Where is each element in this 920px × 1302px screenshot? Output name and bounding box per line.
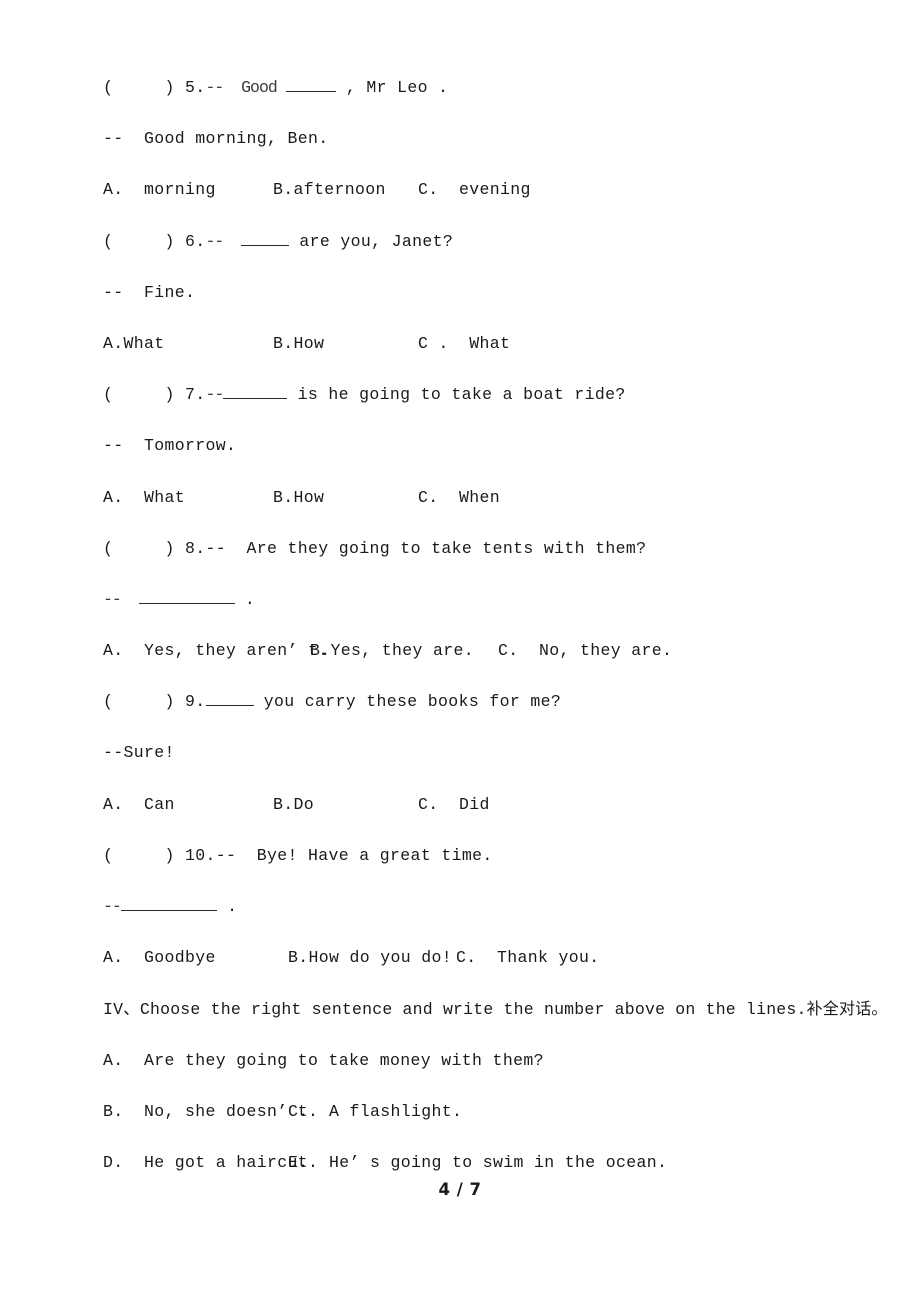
question-10-answer: -- . (103, 881, 893, 932)
question-8-option-a[interactable]: A. Yes, they aren’ t. (103, 625, 329, 676)
question-9-prompt: ( ) 9. you carry these books for me? (103, 676, 893, 727)
question-5-prompt-prefix: -- Good (205, 78, 286, 97)
question-7-prompt-prefix: -- (205, 385, 225, 405)
question-7-option-a[interactable]: A. What (103, 472, 185, 523)
question-8-prompt-text: -- Are they going to take tents with the… (205, 538, 647, 558)
question-5-prompt: ( ) 5.-- Good , Mr Leo . (103, 62, 893, 113)
question-5-marker: ( ) 5. (103, 78, 206, 97)
question-10-option-b[interactable]: B.How do you do! (288, 932, 452, 983)
question-8-prompt: ( ) 8.-- Are they going to take tents wi… (103, 523, 893, 574)
worksheet-body: ( ) 5.-- Good , Mr Leo . -- Good morning… (103, 62, 893, 1188)
section-iv-choice-a[interactable]: A. Are they going to take money with the… (103, 1035, 544, 1086)
question-8-answer-prefix: -- (103, 589, 139, 609)
question-5-blank[interactable] (285, 76, 336, 92)
question-6-prompt-prefix: -- (205, 231, 242, 251)
section-iv-choice-row-2: B. No, she doesn’ t. C. A flashlight. (103, 1086, 893, 1137)
question-10-answer-suffix: . (216, 897, 238, 916)
question-5-options: A. morning B.afternoon C. evening (103, 164, 893, 215)
question-6-answer: -- Fine. (103, 282, 196, 302)
question-8-option-c[interactable]: C. No, they are. (498, 625, 672, 676)
section-iv-heading-latin: IV、Choose the right sentence and write t… (103, 1000, 807, 1020)
question-6-prompt: ( ) 6.-- are you, Janet? (103, 216, 893, 267)
question-5-answer: -- Good morning, Ben. (103, 129, 329, 149)
question-7-options: A. What B.How C. When (103, 472, 893, 523)
question-9-option-b[interactable]: B.Do (273, 779, 314, 830)
question-10-prompt-text: -- Bye! Have a great time. (215, 845, 493, 865)
question-9-option-c[interactable]: C. Did (418, 779, 490, 830)
question-10-blank[interactable] (120, 895, 217, 911)
question-6-blank[interactable] (241, 229, 290, 246)
question-9-option-a[interactable]: A. Can (103, 779, 175, 830)
question-10-options: A. Goodbye B.How do you do! C. Thank you. (103, 932, 893, 983)
question-6-option-c[interactable]: C . What (418, 318, 510, 369)
question-6-option-a[interactable]: A.What (103, 318, 165, 369)
question-9-blank[interactable] (205, 690, 254, 707)
question-10-answer-prefix: -- (103, 897, 122, 916)
document-page: ( ) 5.-- Good , Mr Leo . -- Good morning… (0, 0, 920, 1302)
question-9-prompt-suffix: you carry these books for me? (253, 692, 562, 712)
question-8-answer-suffix: . (234, 589, 256, 609)
question-9-answer: --Sure! (103, 743, 175, 763)
question-7-option-b[interactable]: B.How (273, 472, 324, 523)
section-iv-choice-b[interactable]: B. No, she doesn’ t. (103, 1086, 318, 1137)
page-number-footer: 4 / 7 (438, 1180, 482, 1199)
question-10-marker: ( ) 10. (103, 845, 216, 865)
question-6-options: A.What B.How C . What (103, 318, 893, 369)
question-6-prompt-suffix: are you, Janet? (289, 231, 454, 251)
question-5-option-b[interactable]: B.afternoon (273, 164, 386, 215)
section-iv-choice-row-1: A. Are they going to take money with the… (103, 1035, 893, 1086)
question-9-marker: ( ) 9. (103, 692, 206, 712)
question-7-option-c[interactable]: C. When (418, 472, 500, 523)
question-10-option-a[interactable]: A. Goodbye (103, 932, 216, 983)
question-7-answer: -- Tomorrow. (103, 436, 237, 456)
section-iv-heading: IV、Choose the right sentence and write t… (103, 983, 893, 1034)
question-7-blank[interactable] (223, 383, 288, 400)
question-10-prompt: ( ) 10.-- Bye! Have a great time. (103, 830, 893, 881)
section-iv-choice-c[interactable]: C. A flashlight. (288, 1086, 462, 1137)
question-5-option-a[interactable]: A. morning (103, 164, 216, 215)
question-8-blank[interactable] (138, 588, 235, 604)
question-7-prompt: ( ) 7.-- is he going to take a boat ride… (103, 369, 893, 420)
question-7-prompt-suffix: is he going to take a boat ride? (287, 385, 626, 405)
question-8-answer: -- . (103, 574, 893, 625)
question-8-marker: ( ) 8. (103, 538, 206, 558)
section-iv-heading-cjk: 补全对话。 (806, 999, 888, 1019)
question-5-option-c[interactable]: C. evening (418, 164, 531, 215)
question-6-option-b[interactable]: B.How (273, 318, 324, 369)
question-10-option-c[interactable]: C. Thank you. (456, 932, 600, 983)
question-8-options: A. Yes, they aren’ t. B.Yes, they are. C. … (103, 625, 893, 676)
question-6-marker: ( ) 6. (103, 231, 206, 251)
question-5-prompt-suffix: , Mr Leo . (335, 78, 449, 97)
question-7-marker: ( ) 7. (103, 385, 206, 405)
question-8-option-b[interactable]: B.Yes, they are. (310, 625, 474, 676)
question-9-options: A. Can B.Do C. Did (103, 779, 893, 830)
